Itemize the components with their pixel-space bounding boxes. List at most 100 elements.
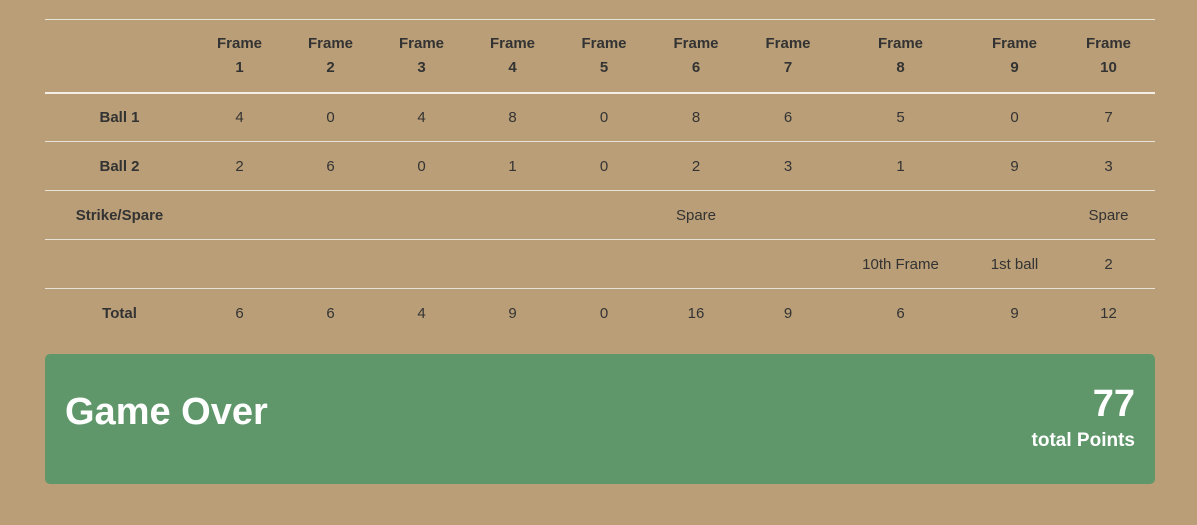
score-cell: 0 xyxy=(599,304,609,322)
score-cell: 9 xyxy=(508,304,517,322)
frame-header-number: 3 xyxy=(417,58,426,76)
score-cell: 9 xyxy=(1010,304,1019,322)
frame-header-10: Frame 10 xyxy=(1062,19,1155,94)
frame-header-label: Frame xyxy=(216,34,263,52)
score-cell xyxy=(467,191,558,240)
total-points-caption: total Points xyxy=(1031,430,1135,451)
bowling-scorecard-table: Frame 1 Frame 2 Frame 3 Frame 4 Frame 5 Frame 6 Fram… xyxy=(45,19,1155,338)
score-cell: 9 xyxy=(1010,157,1019,175)
score-cell: 16 xyxy=(687,304,705,322)
score-cell xyxy=(742,191,834,240)
score-cell xyxy=(834,191,967,240)
frame-header-number: 6 xyxy=(691,58,701,76)
frame-header-label: Frame xyxy=(307,34,354,52)
score-cell: 6 xyxy=(896,304,905,322)
total-row: Total 6 6 4 9 0 16 9 6 9 12 xyxy=(45,288,1155,338)
frame-header-label: Frame xyxy=(673,34,719,52)
scorecard-header: Frame 1 Frame 2 Frame 3 Frame 4 Frame 5 Frame 6 Fram… xyxy=(45,19,1155,94)
row-label: Strike/Spare xyxy=(75,206,164,224)
row-label: Ball 1 xyxy=(99,108,140,126)
frame-header-number: 8 xyxy=(896,58,905,76)
frame-header-5: Frame 5 xyxy=(558,19,650,94)
row-label xyxy=(45,240,194,289)
frame-header-4: Frame 4 xyxy=(467,19,558,94)
score-cell xyxy=(194,240,285,289)
frame-header-6: Frame 6 xyxy=(650,19,742,94)
frame-header-label: Frame xyxy=(877,34,924,52)
score-cell: 2 xyxy=(1104,255,1113,273)
score-cell xyxy=(285,191,376,240)
score-cell: 3 xyxy=(783,157,793,175)
score-cell: 8 xyxy=(508,108,517,126)
scorecard-body: Ball 1 4 0 4 8 0 8 6 5 0 7 Ball 2 2 6 0 1 0 2 3 1 9 3 Strike/S… xyxy=(45,93,1155,338)
total-score-value: 77 xyxy=(1092,383,1135,425)
score-cell: 6 xyxy=(235,304,244,322)
tenth-frame-bonus-row: 10th Frame 1st ball 2 xyxy=(45,239,1155,289)
frame-header-number: 4 xyxy=(508,58,517,76)
strike-spare-row: Strike/Spare Spare Spare xyxy=(45,190,1155,240)
total-score-block: 77 total Points xyxy=(1032,382,1135,456)
score-cell: 10th Frame xyxy=(862,255,939,273)
score-cell: 3 xyxy=(1104,157,1113,175)
score-cell xyxy=(558,240,650,289)
score-cell: 6 xyxy=(326,304,335,322)
row-label-header xyxy=(45,19,194,94)
frame-header-8: Frame 8 xyxy=(834,19,967,94)
game-over-panel: Game Over 77 total Points xyxy=(45,354,1155,484)
score-cell: 0 xyxy=(599,108,609,126)
frame-header-3: Frame 3 xyxy=(376,19,467,94)
frame-header-label: Frame xyxy=(489,34,536,52)
score-cell xyxy=(558,191,650,240)
score-cell: 2 xyxy=(691,157,701,175)
score-cell: 4 xyxy=(417,108,426,126)
frame-header-number: 10 xyxy=(1100,58,1117,76)
frame-header-label: Frame xyxy=(1085,34,1132,52)
score-cell: 1st ball xyxy=(990,255,1039,273)
score-cell: 4 xyxy=(235,108,244,126)
frame-header-7: Frame 7 xyxy=(742,19,834,94)
frame-header-number: 2 xyxy=(326,58,335,76)
frame-header-number: 5 xyxy=(599,58,609,76)
game-over-title: Game Over xyxy=(65,391,268,433)
score-cell: 1 xyxy=(896,157,905,175)
frame-header-label: Frame xyxy=(991,34,1038,52)
score-cell: 6 xyxy=(326,157,335,175)
score-cell: 7 xyxy=(1104,108,1113,126)
score-cell: 0 xyxy=(417,157,426,175)
frame-header-label: Frame xyxy=(581,34,627,52)
score-cell: Spare xyxy=(1088,206,1129,224)
score-cell: Spare xyxy=(675,206,717,224)
score-cell xyxy=(650,240,742,289)
frame-header-2: Frame 2 xyxy=(285,19,376,94)
score-cell: 8 xyxy=(691,108,701,126)
score-cell: 6 xyxy=(783,108,793,126)
score-cell xyxy=(285,240,376,289)
score-cell: 5 xyxy=(896,108,905,126)
score-cell xyxy=(376,240,467,289)
score-cell xyxy=(742,240,834,289)
row-label: Total xyxy=(102,304,137,322)
ball-1-row: Ball 1 4 0 4 8 0 8 6 5 0 7 xyxy=(45,93,1155,142)
frame-header-label: Frame xyxy=(765,34,811,52)
score-cell: 4 xyxy=(417,304,426,322)
score-cell xyxy=(376,191,467,240)
frame-header-1: Frame 1 xyxy=(194,19,285,94)
score-cell: 2 xyxy=(235,157,244,175)
frame-header-number: 1 xyxy=(235,58,244,76)
score-cell: 12 xyxy=(1100,304,1117,322)
score-cell xyxy=(194,191,285,240)
frame-header-9: Frame 9 xyxy=(967,19,1062,94)
score-cell xyxy=(467,240,558,289)
score-cell xyxy=(967,191,1062,240)
row-label: Ball 2 xyxy=(99,157,140,175)
ball-2-row: Ball 2 2 6 0 1 0 2 3 1 9 3 xyxy=(45,141,1155,191)
score-cell: 1 xyxy=(508,157,517,175)
frame-header-label: Frame xyxy=(398,34,445,52)
score-cell: 9 xyxy=(783,304,793,322)
frame-header-row: Frame 1 Frame 2 Frame 3 Frame 4 Frame 5 Frame 6 Fram… xyxy=(45,19,1155,94)
score-cell: 0 xyxy=(599,157,609,175)
score-cell: 0 xyxy=(1010,108,1019,126)
score-cell: 0 xyxy=(326,108,335,126)
frame-header-number: 7 xyxy=(783,58,793,76)
frame-header-number: 9 xyxy=(1010,58,1019,76)
